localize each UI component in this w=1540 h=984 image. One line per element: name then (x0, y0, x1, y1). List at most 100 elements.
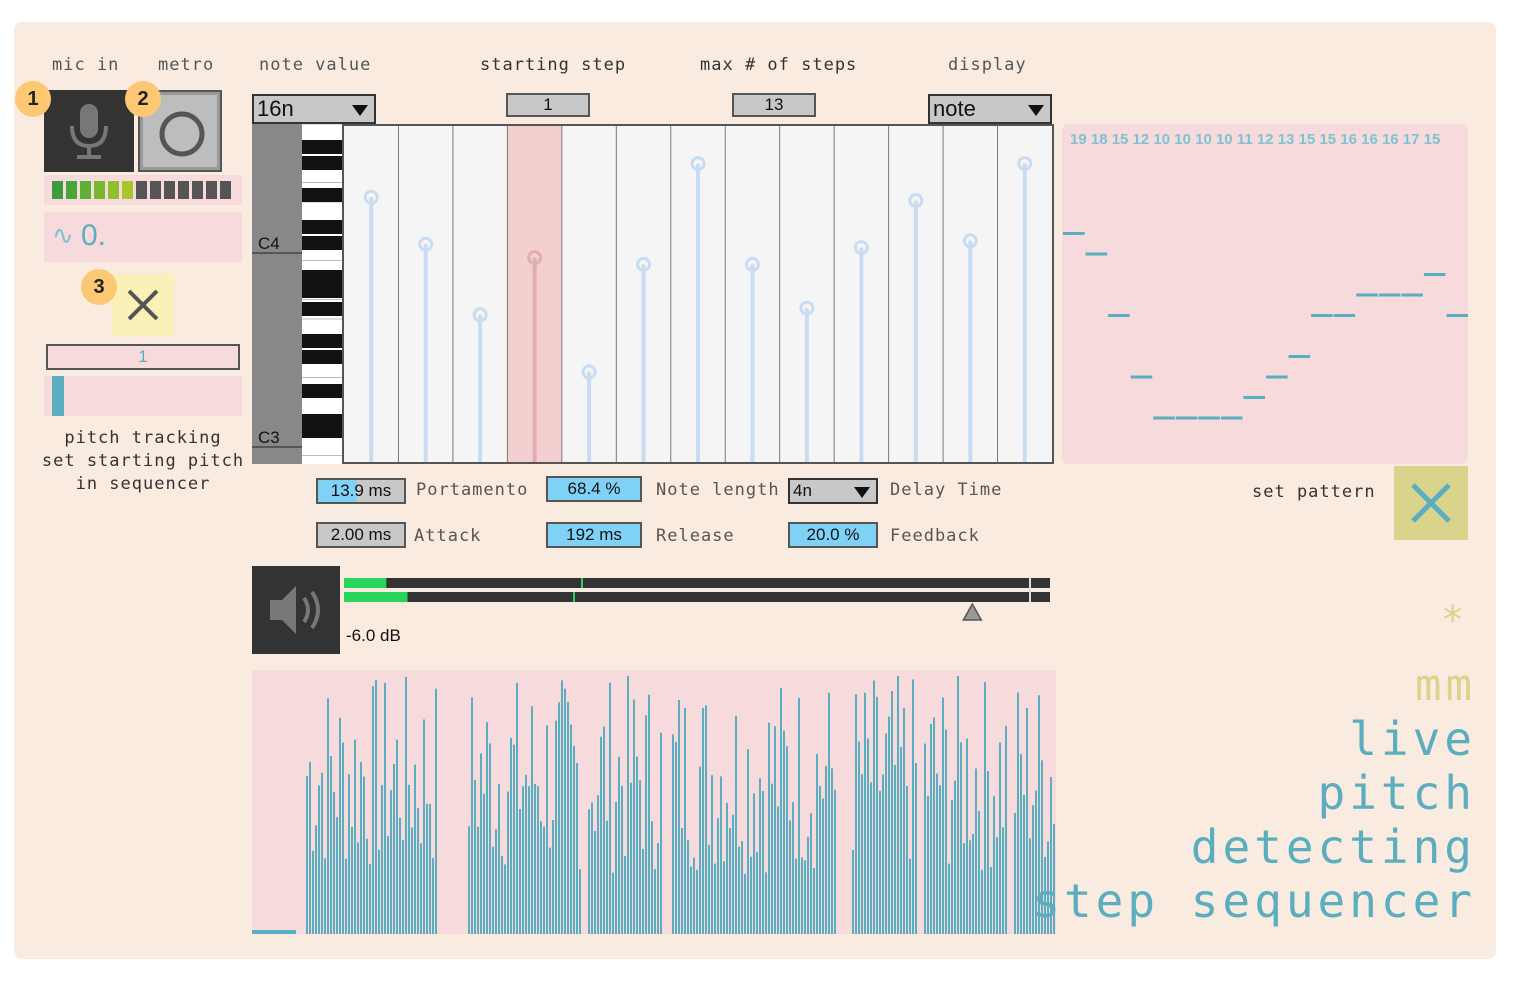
waveform-bar (312, 850, 314, 934)
pattern-step-bar (1378, 293, 1401, 297)
delay-time-menu[interactable]: 4n (788, 478, 878, 504)
black-key (302, 140, 342, 154)
waveform-bar (864, 692, 866, 934)
waveform-bar (576, 763, 578, 934)
delay-time-selected: 4n (793, 481, 812, 500)
waveform-bar (615, 802, 617, 934)
waveform-bar (705, 705, 707, 934)
waveform-bar (1005, 726, 1007, 934)
step-sliders[interactable] (344, 126, 1052, 462)
waveform-bar (981, 869, 983, 934)
display-menu[interactable]: note (928, 94, 1052, 124)
note-value-menu[interactable]: 16n (252, 94, 376, 124)
feedback-dial[interactable]: 20.0 % (788, 522, 878, 548)
c4-label: C4 (258, 234, 280, 253)
waveform-bar (366, 838, 368, 934)
attack-dial[interactable]: 2.00 ms (316, 522, 406, 548)
waveform-bar (768, 722, 770, 934)
waveform-bar (738, 846, 740, 934)
input-meter-segment (136, 181, 147, 199)
waveform-bar (318, 785, 320, 934)
input-meter-segment (206, 181, 217, 199)
black-key (302, 350, 342, 364)
tracked-step-number[interactable]: 1 (46, 344, 240, 370)
waveform-bar (915, 763, 917, 934)
pattern-step-bar (1175, 416, 1198, 420)
release-dial[interactable]: 192 ms (546, 522, 642, 548)
waveform-bar (789, 820, 791, 934)
waveform-bar (699, 766, 701, 934)
waveform-bar (720, 776, 722, 934)
waveform-bar (732, 814, 734, 934)
waveform-bar (360, 761, 362, 934)
waveform-bar (384, 682, 386, 934)
waveform-bar (561, 680, 563, 934)
waveform-bar (999, 742, 1001, 934)
waveform-bar (855, 694, 857, 934)
waveform-bar (786, 746, 788, 934)
piano-keyboard[interactable] (302, 124, 342, 464)
waveform-bar (390, 790, 392, 934)
waveform-bar (936, 773, 938, 934)
waveform-bar (600, 736, 602, 934)
max-steps-number[interactable]: 13 (732, 93, 816, 117)
waveform-bar (951, 800, 953, 934)
waveform-bar (345, 858, 347, 934)
mic-in-button[interactable] (44, 90, 134, 172)
set-pattern-button[interactable] (1394, 466, 1468, 540)
waveform-bar (879, 790, 881, 934)
waveform-bar (798, 697, 800, 934)
waveform-bar (939, 785, 941, 934)
title-star: * (1441, 598, 1464, 642)
mic-in-label: mic in (52, 55, 120, 75)
waveform-bar (504, 864, 506, 934)
keyboard-scroll-strip[interactable]: C4 C3 (252, 124, 303, 464)
waveform-bar (606, 820, 608, 934)
input-meter-segment (164, 181, 175, 199)
waveform-bar (1017, 692, 1019, 934)
caption-line-1: pitch tracking (64, 428, 222, 448)
waveform-bar (612, 872, 614, 934)
black-key (302, 220, 342, 234)
speaker-icon (270, 586, 320, 634)
waveform-bar (546, 725, 548, 934)
pattern-step-bar (1243, 396, 1265, 399)
waveform-bar (903, 708, 905, 934)
waveform-bar (387, 836, 389, 934)
waveform-bar (339, 717, 341, 934)
black-key (302, 334, 342, 348)
waveform-bar (822, 798, 824, 934)
waveform-bar (819, 786, 821, 934)
tracked-step-slider[interactable] (44, 376, 242, 416)
waveform-bar (321, 772, 323, 934)
dac-speaker-button[interactable] (252, 566, 340, 654)
waveform-bar (414, 764, 416, 934)
waveform-bar (1023, 794, 1025, 934)
feedback-value: 20.0 % (806, 525, 860, 544)
waveform-bar (963, 843, 965, 934)
step-sequencer[interactable] (342, 124, 1054, 464)
pitch-tracking-toggle[interactable] (112, 274, 174, 336)
microphone-icon (70, 104, 108, 159)
waveform-bar (645, 715, 647, 934)
black-key (302, 424, 342, 438)
note-value-label: note value (259, 55, 372, 75)
waveform-bar (636, 756, 638, 934)
waveform-bar (867, 738, 869, 934)
portamento-dial[interactable]: 13.9 ms (316, 478, 406, 504)
starting-step-number[interactable]: 1 (506, 93, 590, 117)
output-gain-meter[interactable] (344, 578, 1050, 621)
portamento-value: 13.9 ms (330, 481, 392, 500)
waveform-bar (399, 817, 401, 934)
c3-label: C3 (258, 428, 280, 447)
waveform-bar (564, 688, 566, 934)
waveform-bar (990, 866, 992, 934)
pattern-step-bar (1288, 355, 1311, 358)
waveform-bar (477, 826, 479, 934)
title-line-pitch: pitch (1317, 766, 1476, 820)
note-length-dial[interactable]: 68.4 % (546, 476, 642, 502)
waveform-bar (729, 827, 731, 934)
waveform-bar (594, 830, 596, 934)
waveform-bar (483, 793, 485, 934)
waveform-bar (627, 675, 629, 934)
